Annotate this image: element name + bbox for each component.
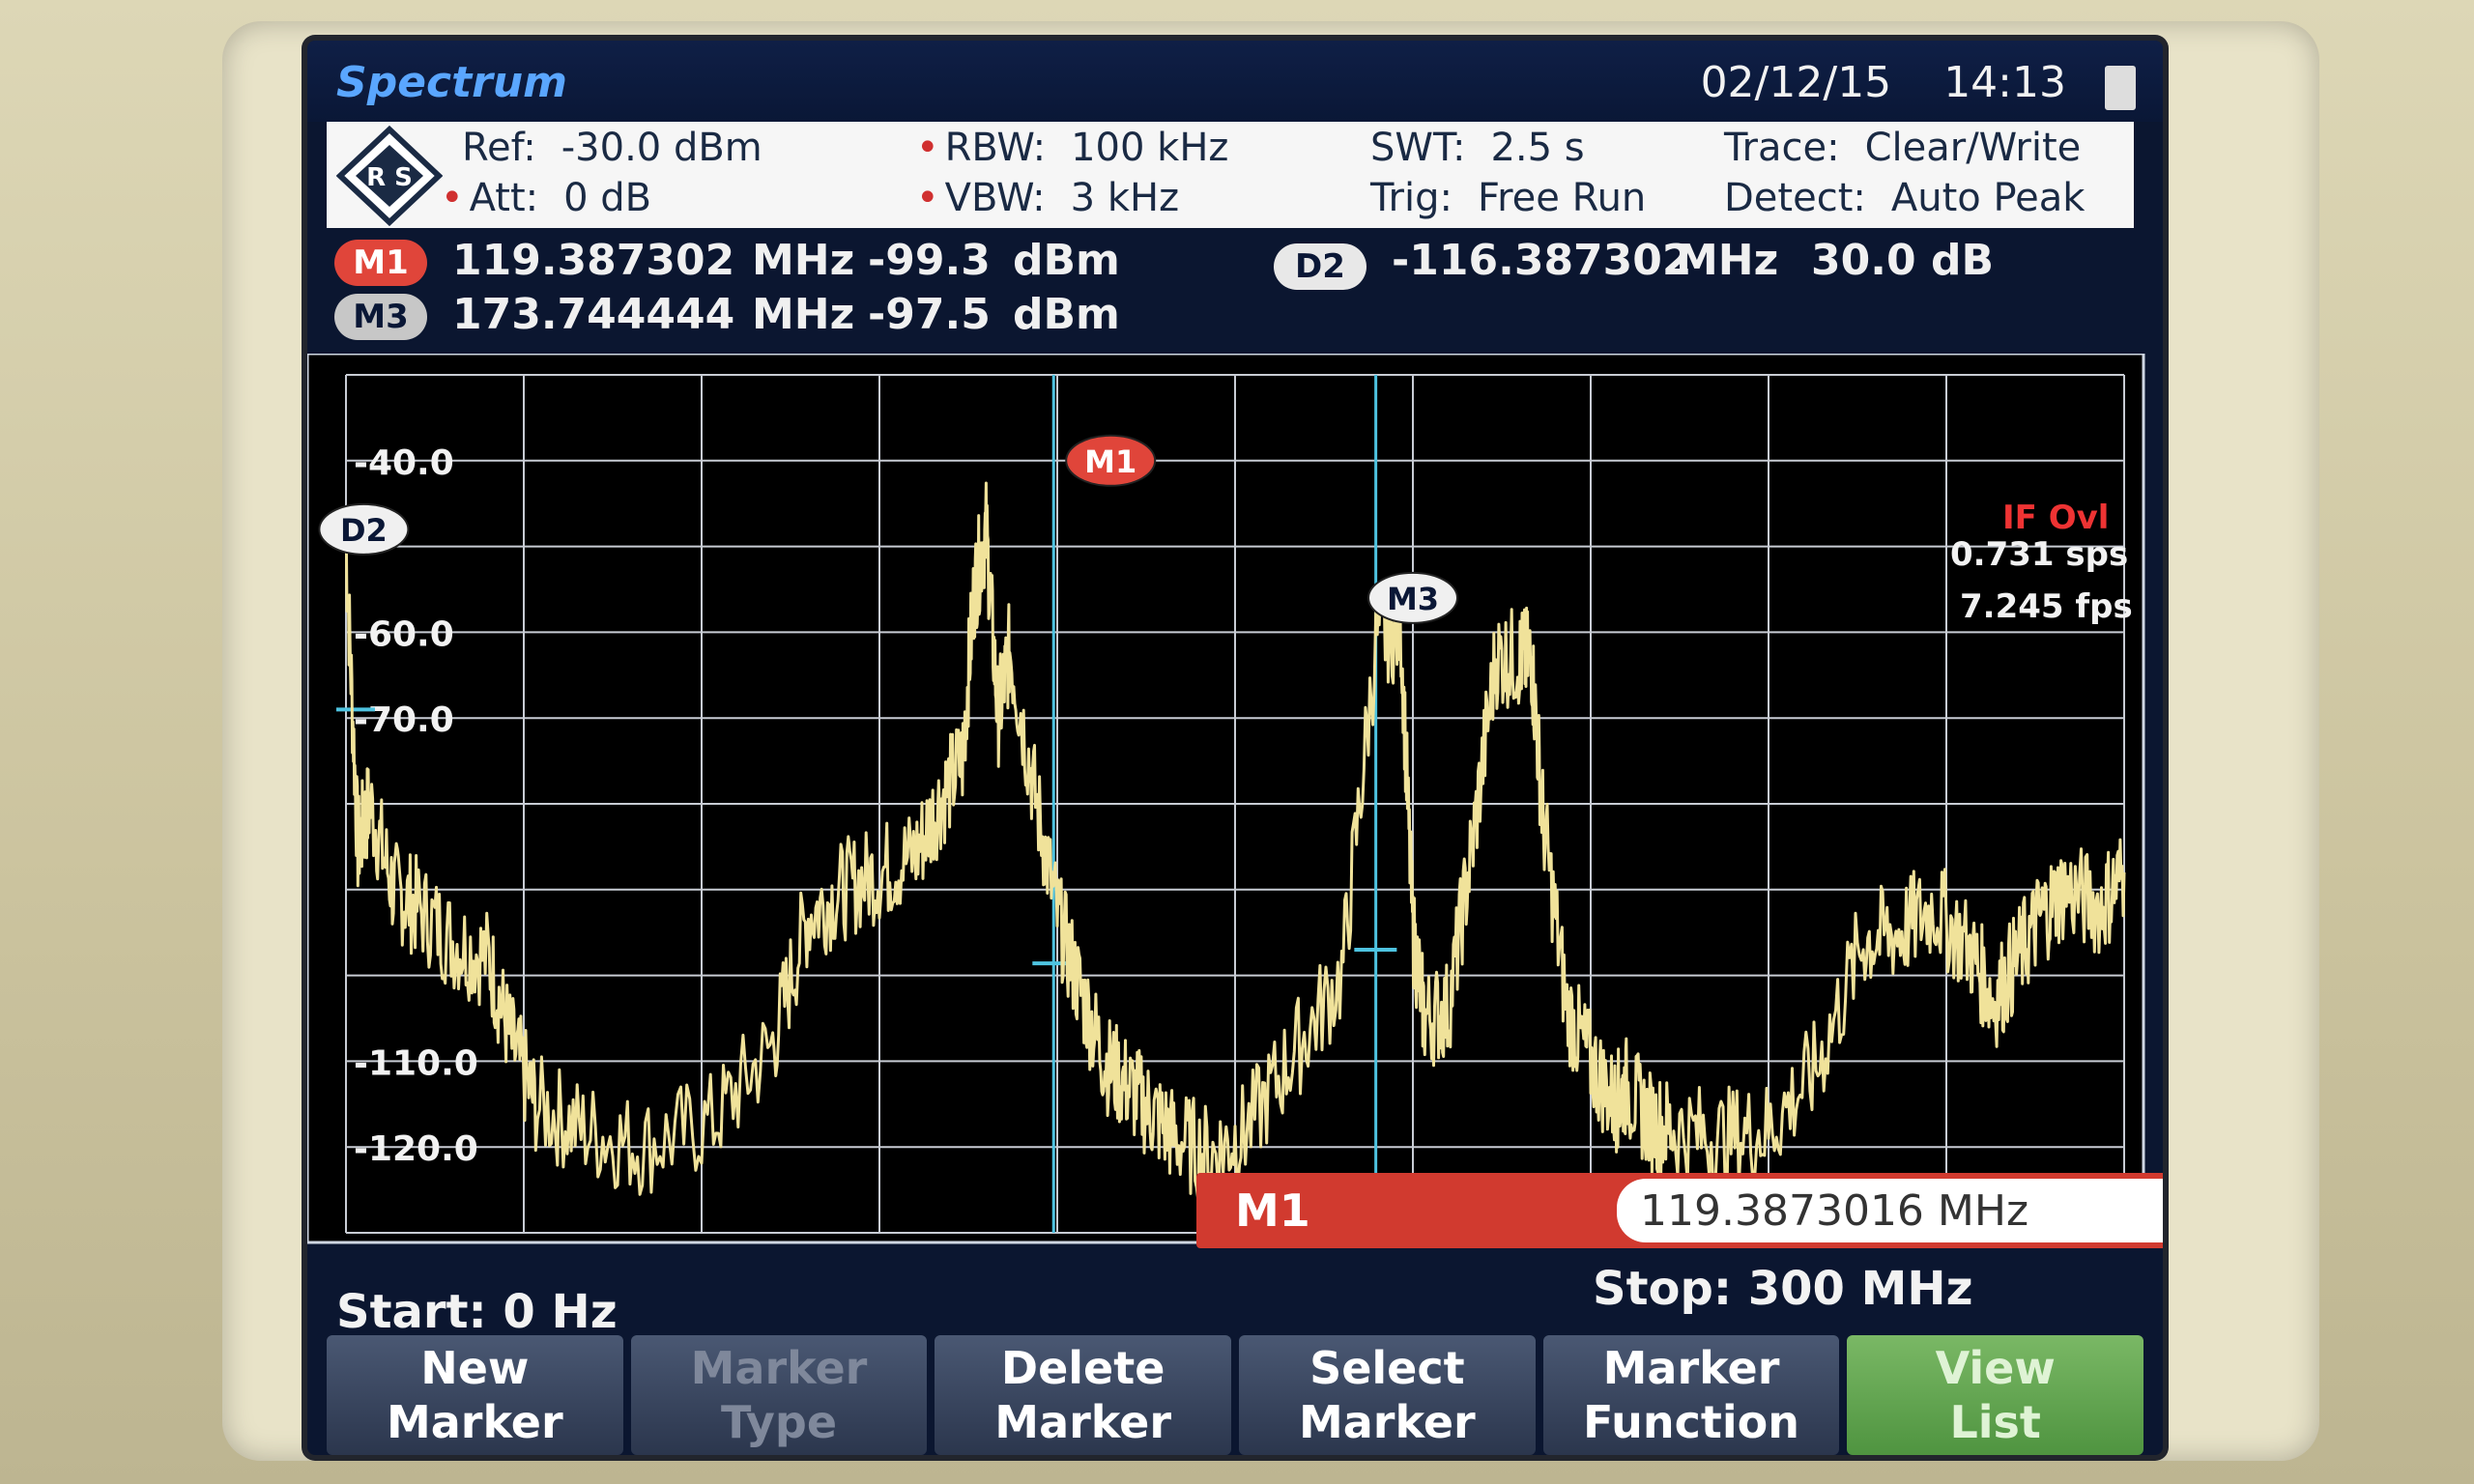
- date: 02/12/15: [1700, 58, 1892, 107]
- marker-m1-level: -99.3: [868, 236, 991, 285]
- marker-d2-freq-unit: MHz: [1676, 236, 1779, 285]
- detector[interactable]: Detect: Auto Peak: [1724, 176, 2085, 220]
- softkey-bar: New Marker Marker Type Delete Marker Sel…: [307, 1335, 2163, 1455]
- y-tick-label: -60.0: [354, 614, 454, 654]
- trigger[interactable]: Trig: Free Run: [1370, 176, 1646, 220]
- new-marker-button[interactable]: New Marker: [327, 1335, 623, 1455]
- spectrum-plot[interactable]: -40.0 -60.0 -70.0 -110.0 -120.0 M1 M3 D2: [307, 354, 2163, 1281]
- ref-level[interactable]: Ref: -30.0 dBm: [462, 126, 762, 170]
- marker-function-button[interactable]: Marker Function: [1542, 1335, 1840, 1455]
- trace-mode[interactable]: Trace: Clear/Write: [1724, 126, 2081, 170]
- marker-m3-freq: 173.744444: [452, 290, 735, 339]
- marker-frequency-input[interactable]: [1617, 1179, 2163, 1242]
- marker-m1-freq: 119.387302: [452, 236, 735, 285]
- marker-flag-label: D2: [340, 512, 388, 549]
- sweep-time[interactable]: SWT: 2.5 s: [1370, 126, 1585, 170]
- marker-readout: M1 119.387302 MHz -99.3 dBm M3 173.74444…: [307, 228, 2163, 354]
- svg-text:R S: R S: [366, 163, 413, 192]
- marker-flag-label: M1: [1084, 443, 1136, 480]
- analyzer-screen: Spectrum 02/12/15 14:13 R S Ref: -30.0 dB…: [307, 41, 2163, 1455]
- marker-d2-freq: -116.387302: [1392, 236, 1692, 285]
- marker-m3-level: -97.5: [868, 290, 991, 339]
- trig-label: Trig:: [1370, 176, 1453, 220]
- marker-flag-label: M3: [1387, 581, 1439, 617]
- detect-label: Detect:: [1724, 176, 1866, 220]
- parameter-panel: R S Ref: -30.0 dBm • Att: 0 dB • RBW: 100 kHz…: [327, 122, 2134, 228]
- spectrum-chart[interactable]: -40.0 -60.0 -70.0 -110.0 -120.0 M1 M3 D2: [307, 354, 2163, 1281]
- detect-value: Auto Peak: [1890, 176, 2086, 220]
- vbw-label: VBW:: [944, 176, 1046, 220]
- y-tick-label: -70.0: [354, 700, 454, 740]
- y-tick-label: -110.0: [354, 1043, 478, 1083]
- y-tick-label: -120.0: [354, 1129, 478, 1169]
- rohde-schwarz-logo-icon: R S: [336, 126, 443, 226]
- swt-label: SWT:: [1370, 126, 1466, 170]
- trace-label: Trace:: [1724, 126, 1840, 170]
- select-marker-button[interactable]: Select Marker: [1239, 1335, 1536, 1455]
- view-list-button[interactable]: View List: [1847, 1335, 2144, 1455]
- att-dot-icon: •: [441, 176, 464, 220]
- date-time: 02/12/15 14:13: [1662, 58, 2066, 107]
- att-value: 0 dB: [563, 176, 652, 220]
- att-label: Att:: [469, 176, 539, 220]
- marker-m3-badge[interactable]: M3: [334, 294, 427, 340]
- swt-value: 2.5 s: [1490, 126, 1585, 170]
- marker-m1-freq-unit: MHz: [752, 236, 855, 285]
- y-tick-label: -40.0: [354, 443, 454, 483]
- marker-d2-badge[interactable]: D2: [1274, 243, 1366, 290]
- trig-value: Free Run: [1477, 176, 1647, 220]
- mode-title: Spectrum: [336, 58, 568, 107]
- vbw-dot-icon: •: [916, 176, 939, 220]
- attenuation[interactable]: • Att: 0 dB: [441, 176, 651, 220]
- time: 14:13: [1943, 58, 2066, 107]
- frame-rate: 7.245 fps: [1960, 587, 2133, 626]
- marker-m1-badge[interactable]: M1: [334, 240, 427, 286]
- trace-value: Clear/Write: [1864, 126, 2082, 170]
- stop-frequency[interactable]: Stop: 300 MHz: [1593, 1262, 1973, 1316]
- battery-icon: [2105, 66, 2136, 110]
- marker-type-button[interactable]: Marker Type: [630, 1335, 928, 1455]
- delete-marker-button[interactable]: Delete Marker: [935, 1335, 1232, 1455]
- ref-label: Ref:: [462, 126, 536, 170]
- marker-m3-freq-unit: MHz: [752, 290, 855, 339]
- vbw-value: 3 kHz: [1070, 176, 1180, 220]
- rbw-value: 100 kHz: [1071, 126, 1229, 170]
- title-bar: Spectrum 02/12/15 14:13: [307, 41, 2163, 122]
- rbw-dot-icon: •: [916, 126, 939, 170]
- rbw[interactable]: • RBW: 100 kHz: [916, 126, 1228, 170]
- if-overload-indicator: IF Ovl: [2002, 499, 2110, 537]
- start-frequency[interactable]: Start: 0 Hz: [336, 1285, 618, 1339]
- sweep-rate: 0.731 sps: [1950, 535, 2129, 574]
- ref-value: -30.0 dBm: [561, 126, 762, 170]
- marker-d2-level: 30.0: [1811, 236, 1916, 285]
- vbw[interactable]: • VBW: 3 kHz: [916, 176, 1179, 220]
- marker-m3-level-unit: dBm: [1013, 290, 1120, 339]
- marker-m1-level-unit: dBm: [1013, 236, 1120, 285]
- marker-d2-level-unit: dB: [1931, 236, 1995, 285]
- marker-entry-label: M1: [1235, 1184, 1310, 1237]
- rbw-label: RBW:: [944, 126, 1047, 170]
- marker-entry-bar: M1: [1196, 1173, 2163, 1248]
